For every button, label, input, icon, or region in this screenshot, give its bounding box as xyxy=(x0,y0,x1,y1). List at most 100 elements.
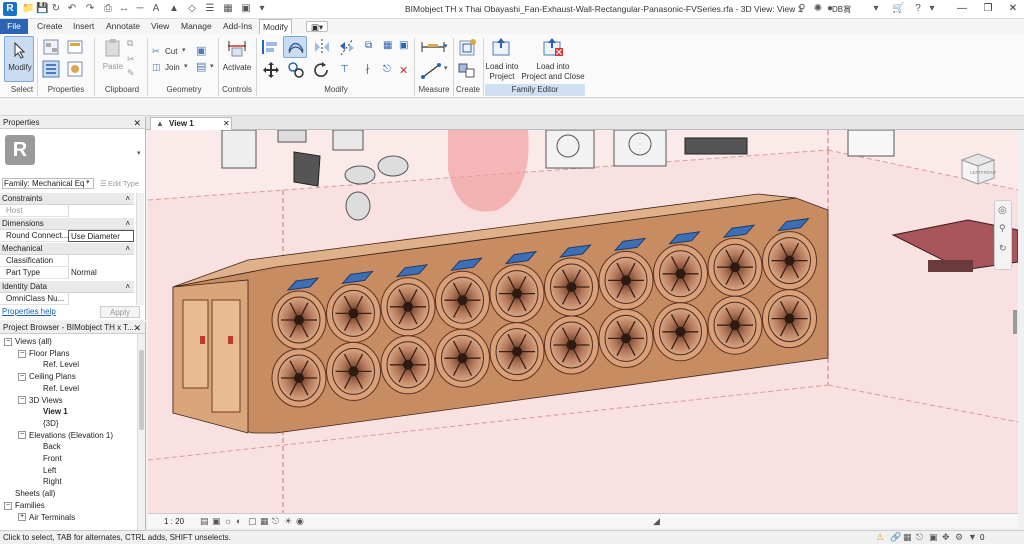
tab-add-ins[interactable]: Add-Ins xyxy=(220,19,255,34)
worksharing-icon[interactable]: ⚠ xyxy=(876,532,884,543)
prop-value[interactable]: Normal xyxy=(68,267,134,279)
exhaust-fan[interactable] xyxy=(598,250,654,310)
create-family-icon[interactable] xyxy=(457,38,477,58)
load-into-project-and-close-label[interactable]: Load into Project and Close xyxy=(521,62,585,82)
minimize-button[interactable]: — xyxy=(954,2,970,16)
load-into-project-label[interactable]: Load into Project xyxy=(483,62,521,82)
exhaust-fan[interactable] xyxy=(544,315,599,375)
save-icon[interactable]: 💾 xyxy=(36,3,48,15)
print-icon[interactable]: ⎙ xyxy=(102,3,114,15)
restore-button[interactable]: ❐ xyxy=(980,2,996,16)
tab-annotate[interactable]: Annotate xyxy=(103,19,143,34)
exhaust-fan[interactable] xyxy=(598,308,654,368)
tree-item[interactable]: −3D Views xyxy=(18,395,63,406)
exhaust-fan[interactable] xyxy=(707,237,763,297)
exhaust-fan[interactable] xyxy=(380,277,436,337)
align-icon[interactable] xyxy=(260,38,280,56)
prop-value[interactable] xyxy=(68,255,134,267)
show-crop-icon[interactable]: ▦ xyxy=(260,516,269,527)
select-underlay-icon[interactable]: ▦ xyxy=(903,532,912,543)
geometry-tool-a-icon[interactable]: ▣ xyxy=(196,44,206,57)
prop-value[interactable] xyxy=(68,293,134,305)
drag-elements-icon[interactable]: ✥ xyxy=(942,532,950,543)
close-icon[interactable]: ✕ xyxy=(133,117,141,129)
sun-path-icon[interactable]: ☼ xyxy=(224,516,232,526)
array-icon[interactable]: ▦ xyxy=(383,40,392,51)
geometry-tool-b-icon[interactable]: ▤ xyxy=(196,60,206,73)
select-links-icon[interactable]: 🔗 xyxy=(890,532,901,543)
exhaust-fan[interactable] xyxy=(762,231,817,291)
view-scale[interactable]: 1 : 20 xyxy=(164,517,184,526)
tree-item[interactable]: − Ceiling Plans xyxy=(18,371,76,382)
create-group-icon[interactable] xyxy=(457,61,477,79)
undo-icon[interactable]: ↶ xyxy=(66,3,78,15)
select-by-face-icon[interactable]: ▣ xyxy=(929,532,938,543)
prop-row-omniclass[interactable]: OmniClass Nu... xyxy=(0,293,134,305)
viewcube-icon[interactable]: LEFT FRONT xyxy=(956,148,1000,188)
3d-model-view[interactable] xyxy=(148,130,1018,513)
steering-wheel-icon[interactable]: ◎ xyxy=(998,205,1007,216)
exhaust-fan[interactable] xyxy=(653,244,708,304)
expand-icon[interactable]: + xyxy=(18,513,26,522)
orbit-icon[interactable]: ↻ xyxy=(999,243,1007,254)
collapse-icon[interactable]: − xyxy=(4,501,12,510)
exhaust-fan[interactable] xyxy=(544,257,599,317)
tab-file[interactable]: File xyxy=(0,19,28,34)
scale-icon[interactable]: ▣ xyxy=(399,40,408,51)
trim-icon[interactable]: ⊤ xyxy=(340,64,349,75)
text-icon[interactable]: A xyxy=(150,3,162,15)
redo-icon[interactable]: ↷ xyxy=(84,3,96,15)
copy-icon[interactable]: ⧉ xyxy=(127,38,133,49)
collapse-icon[interactable]: − xyxy=(18,349,26,358)
tree-item[interactable]: Back xyxy=(32,441,61,452)
filter-dropdown-icon[interactable]: ▾ xyxy=(86,178,90,186)
exhaust-fan[interactable] xyxy=(653,302,708,362)
properties-scrollbar[interactable] xyxy=(136,193,144,305)
measure-icon[interactable] xyxy=(420,40,446,54)
rotate-icon[interactable] xyxy=(312,61,330,79)
navigation-bar[interactable]: ◎ ⚲ ↻ xyxy=(994,200,1012,270)
close-hidden-icon[interactable]: ▦ xyxy=(222,3,234,15)
crop-view-icon[interactable]: ▢ xyxy=(248,516,257,527)
aligned-dimension-icon[interactable] xyxy=(420,62,442,80)
help-icon[interactable]: ? xyxy=(912,3,924,15)
activate-icon[interactable] xyxy=(226,38,248,58)
canvas-scroll-thumb[interactable] xyxy=(1013,310,1017,334)
tree-item[interactable]: − Views (all) xyxy=(4,336,52,347)
tab-view[interactable]: View xyxy=(148,19,172,34)
exhaust-fan[interactable] xyxy=(380,335,436,395)
pin-icon[interactable]: ⎋ xyxy=(383,64,391,75)
activate-label[interactable]: Activate xyxy=(220,63,254,72)
switch-windows-icon[interactable]: ▣ xyxy=(240,3,252,15)
collapse-icon[interactable]: − xyxy=(4,337,12,346)
tab-insert[interactable]: Insert xyxy=(70,19,97,34)
resize-grip-icon[interactable]: ◢ xyxy=(653,516,660,527)
browser-scroll-thumb[interactable] xyxy=(139,350,144,430)
tree-item[interactable]: Ref. Level xyxy=(32,359,79,370)
group-constraints[interactable]: Constraints ˄ xyxy=(0,193,134,205)
viewcube[interactable]: LEFT FRONT xyxy=(956,148,1000,188)
sync-icon[interactable]: ↻ xyxy=(50,3,62,15)
tree-item[interactable]: Right xyxy=(32,476,62,487)
tab-create[interactable]: Create xyxy=(34,19,66,34)
zoom-icon[interactable]: ⚲ xyxy=(999,223,1006,234)
search-icon[interactable]: ⚲ xyxy=(796,3,808,15)
dimension-dropdown-icon[interactable]: ▾ xyxy=(444,64,448,72)
edit-type-button[interactable]: Edit Type xyxy=(108,179,139,188)
collapse-icon[interactable]: − xyxy=(18,396,26,405)
help-dropdown-icon[interactable]: ▾ xyxy=(926,3,938,15)
tab-view-1[interactable]: ▲ View 1 ✕ xyxy=(150,117,232,130)
family-category-icon[interactable] xyxy=(66,60,84,78)
move-icon[interactable] xyxy=(262,61,280,79)
cut-label[interactable]: Cut xyxy=(165,47,177,56)
copy-element-icon[interactable]: ⧉ xyxy=(365,40,372,51)
prop-value[interactable]: Use Diameter xyxy=(68,230,134,242)
tree-item[interactable]: Sheets (all) xyxy=(4,488,55,499)
tree-item[interactable]: View 1 xyxy=(32,406,68,417)
prop-value[interactable] xyxy=(68,205,134,217)
cut-geometry-icon[interactable]: ✂ xyxy=(152,46,160,57)
edit-type-icon[interactable]: ☰ xyxy=(100,179,107,188)
qat-dropdown-icon[interactable]: ▾ xyxy=(256,3,268,15)
cut-dropdown-icon[interactable]: ▾ xyxy=(182,46,186,54)
cut-small-icon[interactable]: ✂ xyxy=(127,54,135,65)
